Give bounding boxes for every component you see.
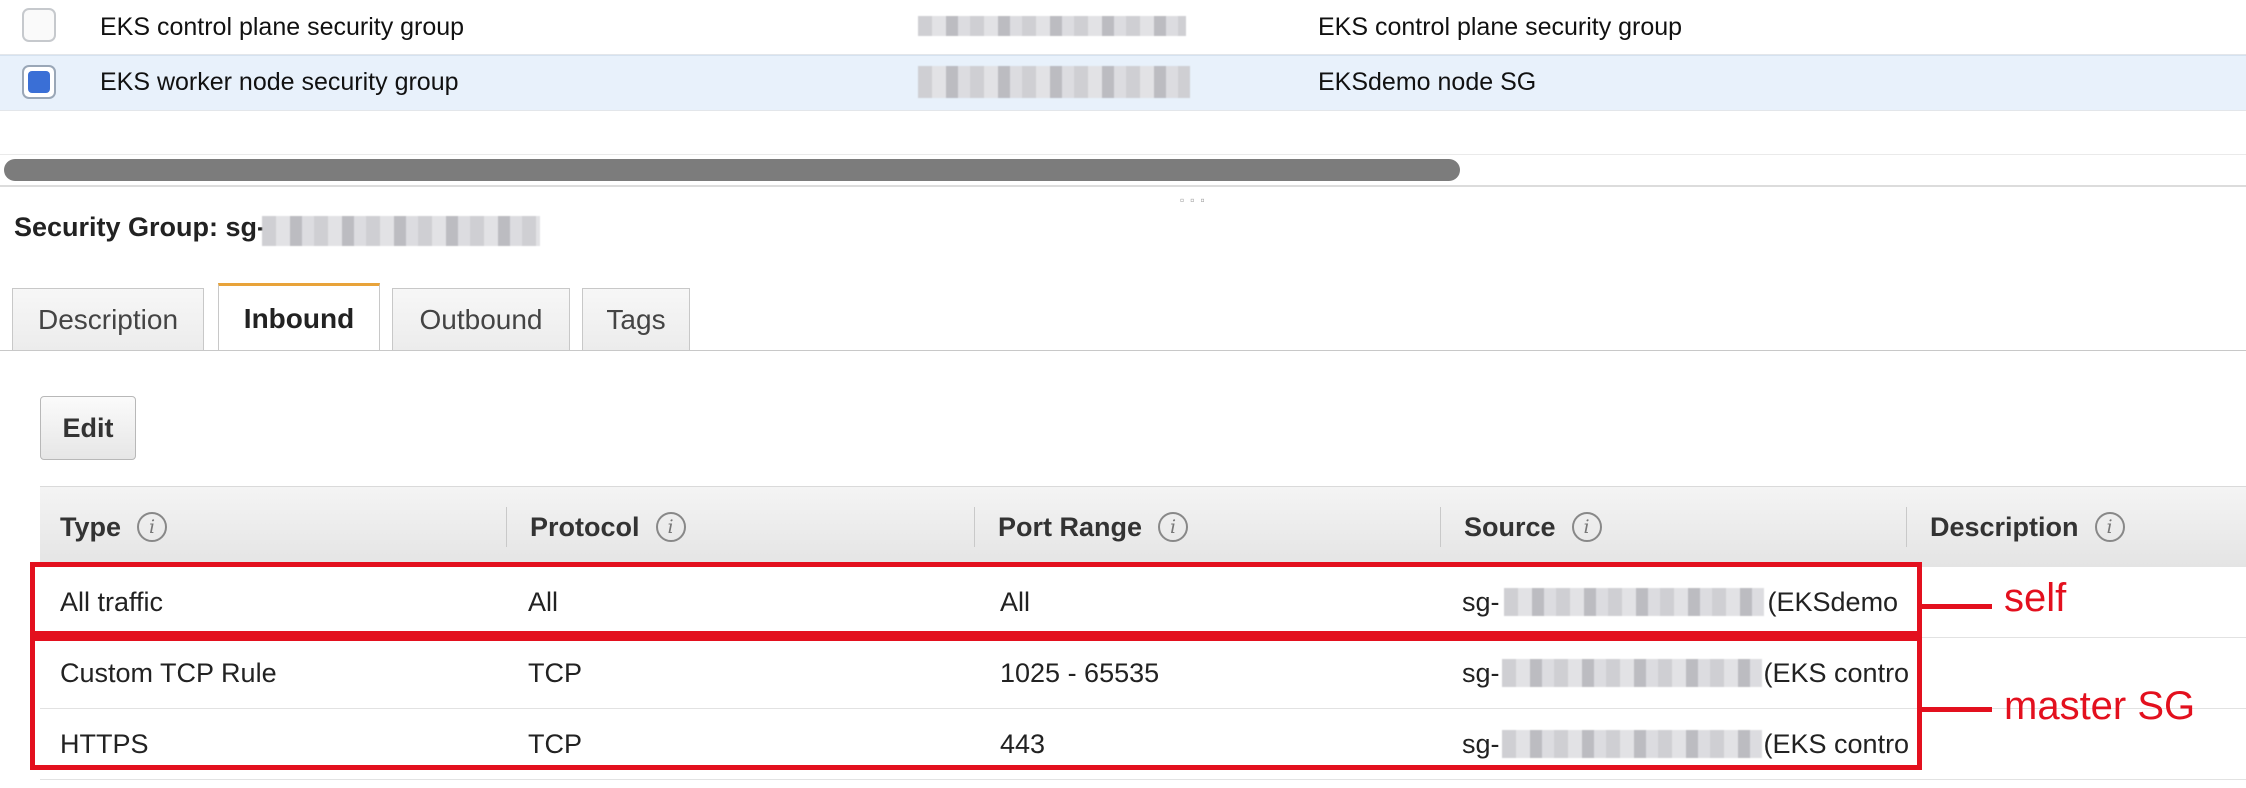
column-header-type-label: Type — [60, 511, 122, 542]
row-checkbox[interactable] — [22, 8, 56, 42]
column-header-description-label: Description — [1930, 511, 2079, 542]
column-divider[interactable] — [506, 507, 507, 547]
group-description: EKS control plane security group — [1318, 13, 1683, 41]
panel-divider[interactable] — [0, 185, 2246, 187]
master-sg-annotation-label: master SG — [2004, 684, 2196, 728]
self-highlight-box — [30, 562, 1922, 636]
resize-grip-icon[interactable]: ▫▫▫ — [1180, 193, 1211, 207]
group-id-redacted — [918, 66, 1190, 98]
column-header-port-range[interactable]: Port Range i — [998, 487, 1189, 567]
column-header-port-range-label: Port Range — [998, 511, 1143, 542]
group-description: EKSdemo node SG — [1318, 68, 1537, 96]
master-sg-connector-line — [1920, 707, 1992, 712]
edit-button[interactable]: Edit — [40, 396, 136, 460]
group-name: EKS control plane security group — [100, 13, 465, 41]
security-group-id-redacted — [262, 216, 540, 246]
column-header-protocol[interactable]: Protocol i — [530, 487, 686, 567]
group-id-redacted — [918, 16, 1186, 36]
self-annotation-label: self — [2004, 576, 2067, 620]
horizontal-scrollbar-thumb[interactable] — [4, 159, 1460, 181]
tab-tags[interactable]: Tags — [582, 288, 690, 350]
rules-table-header: Type i Protocol i Port Range i Source i … — [40, 486, 2246, 568]
info-icon[interactable]: i — [1571, 512, 1602, 542]
group-name: EKS worker node security group — [100, 68, 459, 96]
tab-inbound[interactable]: Inbound — [218, 283, 380, 351]
master-sg-highlight-box — [30, 636, 1922, 770]
column-header-source[interactable]: Source i — [1464, 487, 1602, 567]
info-icon[interactable]: i — [137, 512, 168, 542]
column-divider[interactable] — [1440, 507, 1441, 547]
info-icon[interactable]: i — [2094, 512, 2125, 542]
tabs-baseline — [0, 350, 2246, 351]
list-row[interactable]: EKS control plane security group EKS con… — [0, 0, 2246, 55]
column-header-source-label: Source — [1464, 511, 1556, 542]
tab-description[interactable]: Description — [12, 288, 204, 350]
column-header-description[interactable]: Description i — [1930, 487, 2125, 567]
info-icon[interactable]: i — [655, 512, 686, 542]
self-connector-line — [1920, 604, 1992, 609]
info-icon[interactable]: i — [1158, 512, 1189, 542]
column-header-protocol-label: Protocol — [530, 511, 640, 542]
security-group-title-label: Security Group: sg- — [14, 212, 267, 242]
security-group-title: Security Group: sg- — [14, 212, 266, 243]
tab-outbound[interactable]: Outbound — [392, 288, 570, 350]
row-checkbox-checked[interactable] — [22, 65, 56, 99]
column-header-type[interactable]: Type i — [60, 487, 168, 567]
column-divider[interactable] — [974, 507, 975, 547]
list-row-selected[interactable]: EKS worker node security group EKSdemo n… — [0, 55, 2246, 111]
column-divider[interactable] — [1906, 507, 1907, 547]
